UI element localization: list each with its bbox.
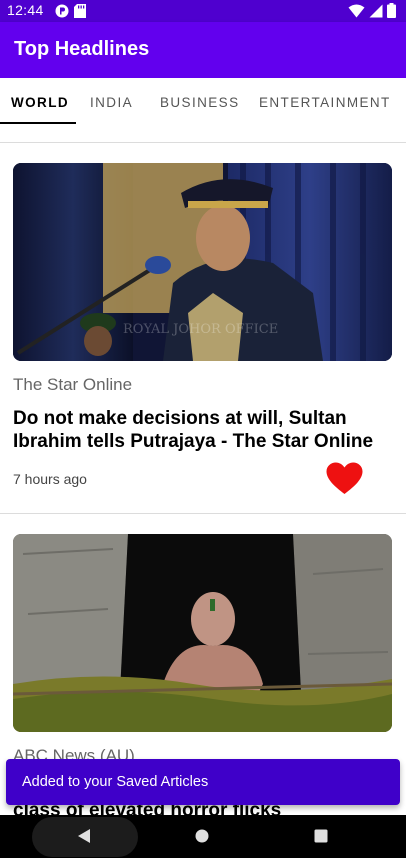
system-navigation-bar — [0, 815, 406, 858]
system-icons — [348, 3, 396, 18]
wifi-icon — [348, 4, 365, 17]
home-icon[interactable] — [195, 829, 209, 843]
snackbar-message: Added to your Saved Articles — [22, 774, 209, 790]
app-notification-icon — [55, 4, 69, 18]
snackbar: Added to your Saved Articles — [6, 759, 400, 805]
article-time: 7 hours ago — [13, 471, 87, 487]
article-photo-pit — [13, 534, 392, 732]
tab-india[interactable]: INDIA — [90, 95, 133, 110]
status-bar: 12:44 — [0, 0, 406, 22]
category-tabs: WORLD INDIA BUSINESS ENTERTAINMENT — [0, 78, 406, 126]
article-title[interactable]: Do not make decisions at will, Sultan Ib… — [13, 407, 388, 453]
notification-icons — [55, 4, 86, 18]
article-photo-sultan: ROYAL JOHOR OFFICE — [13, 163, 392, 361]
app-bar: Top Headlines — [0, 22, 406, 78]
article-image[interactable] — [13, 534, 392, 732]
battery-icon — [387, 3, 396, 18]
article-source: The Star Online — [13, 375, 133, 394]
cellular-signal-icon — [369, 4, 383, 17]
tab-world[interactable]: WORLD — [11, 95, 69, 110]
article-image[interactable]: ROYAL JOHOR OFFICE — [13, 163, 392, 361]
tab-business[interactable]: BUSINESS — [160, 95, 239, 110]
active-tab-indicator — [0, 122, 76, 124]
tabs-divider — [0, 142, 406, 143]
status-time: 12:44 — [7, 2, 44, 18]
photo-watermark: ROYAL JOHOR OFFICE — [123, 322, 278, 337]
page-title: Top Headlines — [14, 38, 150, 60]
saved-heart-icon[interactable] — [326, 462, 363, 495]
sd-card-icon — [74, 4, 86, 18]
recents-icon[interactable] — [314, 829, 328, 843]
article-divider — [0, 513, 406, 514]
back-icon[interactable] — [77, 828, 91, 844]
tab-entertainment[interactable]: ENTERTAINMENT — [259, 95, 391, 110]
